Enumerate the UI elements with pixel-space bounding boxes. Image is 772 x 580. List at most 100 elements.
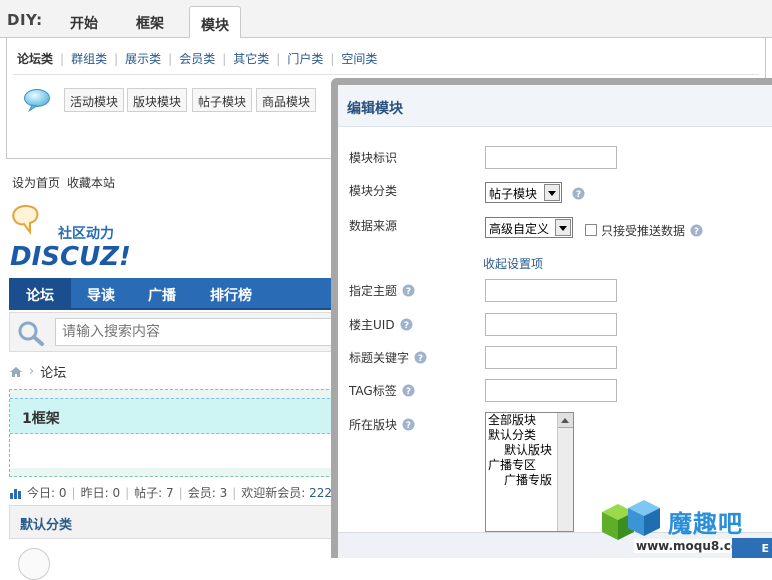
frame-body <box>10 434 340 468</box>
svg-text:?: ? <box>576 190 581 200</box>
search-bar <box>9 312 355 352</box>
search-icon[interactable] <box>16 319 46 347</box>
nav-guide[interactable]: 导读 <box>71 278 131 308</box>
owner-uid-input[interactable] <box>485 313 617 336</box>
svg-text:?: ? <box>406 387 411 397</box>
dialog-content: 编辑模块 模块标识 模块分类 帖子模块 ? 数据来源 高级自定义 只接受推送数据… <box>338 85 772 558</box>
svg-text:?: ? <box>418 354 423 364</box>
module-thread-button[interactable]: 帖子模块 <box>192 88 253 112</box>
tag-input[interactable] <box>485 379 617 402</box>
help-icon[interactable]: ? <box>400 318 413 331</box>
tab-start[interactable]: 开始 <box>70 13 98 33</box>
breadcrumb: › 论坛 <box>9 362 66 381</box>
stat-welcome-label: 欢迎新会员: <box>241 486 306 500</box>
frame-title[interactable]: 1框架 <box>10 398 340 434</box>
tab-module[interactable]: 模块 <box>189 6 241 39</box>
help-icon[interactable]: ? <box>402 284 415 297</box>
dialog-header: 编辑模块 <box>338 85 772 127</box>
listbox-scrollbar[interactable] <box>557 413 573 531</box>
svg-text:?: ? <box>406 421 411 431</box>
category-member[interactable]: 会员类 <box>179 52 215 66</box>
svg-text:?: ? <box>403 321 408 331</box>
breadcrumb-separator: › <box>29 364 35 379</box>
collapse-settings-link[interactable]: 收起设置项 <box>483 255 543 272</box>
category-display[interactable]: 展示类 <box>125 52 161 66</box>
nav-forum[interactable]: 论坛 <box>9 278 71 308</box>
stat-today-label: 今日: <box>27 486 56 500</box>
svg-text:?: ? <box>694 227 699 237</box>
chevron-down-icon[interactable] <box>544 184 560 201</box>
watermark-text: 魔趣吧 <box>668 510 743 538</box>
help-icon[interactable]: ? <box>572 187 585 200</box>
stat-yesterday-value: 0 <box>112 485 121 500</box>
scroll-up-icon[interactable] <box>558 413 573 428</box>
module-id-input[interactable] <box>485 146 617 169</box>
module-category-tabs: 论坛类 | 群组类 | 展示类 | 会员类 | 其它类 | 门户类 | 空间类 <box>17 52 378 66</box>
stat-posts-label: 帖子: <box>134 486 163 500</box>
category-portal[interactable]: 门户类 <box>287 52 323 66</box>
module-id-label: 模块标识 <box>349 151 398 165</box>
forum-listbox[interactable]: 全部版块 默认分类 默认版块 广播专区 广播专版 <box>485 412 574 532</box>
tab-frame[interactable]: 框架 <box>136 13 164 33</box>
stat-yesterday-label: 昨日: <box>80 486 109 500</box>
title-keyword-input[interactable] <box>485 346 617 369</box>
site-watermark: 魔趣吧 www.moqu8.com E <box>598 496 772 558</box>
owner-uid-label: 楼主UID <box>349 318 395 332</box>
stat-today-value: 0 <box>58 485 67 500</box>
category-space[interactable]: 空间类 <box>341 52 377 66</box>
search-input[interactable] <box>55 318 355 346</box>
module-category-label: 模块分类 <box>349 184 398 198</box>
topic-input[interactable] <box>485 279 617 302</box>
help-icon[interactable]: ? <box>414 351 427 364</box>
forum-icon <box>18 548 50 580</box>
diy-frame[interactable]: 1框架 <box>9 389 340 477</box>
module-activity-button[interactable]: 活动模块 <box>64 88 125 112</box>
svg-text:?: ? <box>406 287 411 297</box>
breadcrumb-forum[interactable]: 论坛 <box>40 362 66 381</box>
module-category-value: 帖子模块 <box>489 187 538 201</box>
edit-module-dialog: 编辑模块 模块标识 模块分类 帖子模块 ? 数据来源 高级自定义 只接受推送数据… <box>331 78 772 558</box>
set-homepage-link[interactable]: 设为首页 <box>12 176 60 190</box>
topic-label: 指定主题 <box>349 284 398 298</box>
bar-chart-icon <box>10 488 21 499</box>
stat-welcome-member-link[interactable]: 222 <box>309 486 332 500</box>
data-source-value: 高级自定义 <box>489 222 550 236</box>
watermark-corner: E <box>732 538 772 558</box>
chevron-down-icon[interactable] <box>555 219 571 236</box>
category-header[interactable]: 默认分类 <box>9 505 339 539</box>
divider <box>13 74 759 75</box>
speech-bubble-icon <box>24 89 50 112</box>
logo-brand: DISCUZ! <box>10 242 131 272</box>
help-icon[interactable]: ? <box>690 224 703 237</box>
category-group[interactable]: 群组类 <box>71 52 107 66</box>
bookmark-link[interactable]: 收藏本站 <box>67 176 115 190</box>
cube-logo-icon <box>602 500 660 540</box>
logo-tagline: 社区动力 <box>57 225 114 242</box>
category-forum[interactable]: 论坛类 <box>17 52 53 66</box>
forum-label: 所在版块 <box>349 418 398 432</box>
module-forum-button[interactable]: 版块模块 <box>127 88 188 112</box>
dialog-title: 编辑模块 <box>347 101 403 117</box>
tag-label: TAG标签 <box>349 384 397 398</box>
diy-toolbar: DIY: 开始 框架 模块 <box>0 0 772 39</box>
discuz-logo[interactable]: 社区动力 DISCUZ! <box>8 202 148 272</box>
module-goods-button[interactable]: 商品模块 <box>256 88 317 112</box>
title-keyword-label: 标题关键字 <box>349 351 410 365</box>
nav-ranking[interactable]: 排行榜 <box>193 278 269 308</box>
top-links: 设为首页 收藏本站 <box>12 174 122 191</box>
help-icon[interactable]: ? <box>402 384 415 397</box>
nav-broadcast[interactable]: 广播 <box>131 278 193 308</box>
module-category-select[interactable]: 帖子模块 <box>485 182 562 203</box>
diy-label: DIY: <box>7 11 43 29</box>
stat-members-label: 会员: <box>187 486 216 500</box>
data-source-select[interactable]: 高级自定义 <box>485 217 573 238</box>
forum-stats: 今日: 0 | 昨日: 0 | 帖子: 7 | 会员: 3 | 欢迎新会员: 2… <box>9 484 332 501</box>
home-icon[interactable] <box>9 366 23 378</box>
help-icon[interactable]: ? <box>402 418 415 431</box>
data-source-label: 数据来源 <box>349 219 398 233</box>
stat-posts-value: 7 <box>166 485 174 500</box>
push-only-label: 只接受推送数据 <box>601 224 686 238</box>
main-nav: 论坛 导读 广播 排行榜 <box>9 278 339 310</box>
push-only-checkbox[interactable] <box>585 224 597 236</box>
category-other[interactable]: 其它类 <box>233 52 269 66</box>
